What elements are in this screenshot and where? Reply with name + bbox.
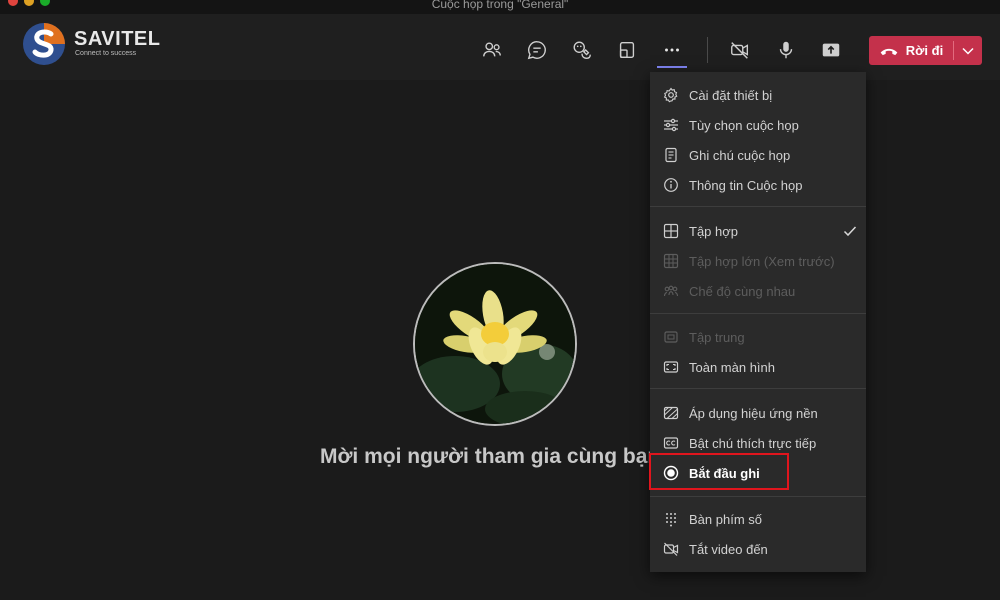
menu-divider xyxy=(650,496,866,497)
menu-item-label: Ghi chú cuộc họp xyxy=(689,148,791,163)
savitel-logo: SAVITEL Connect to success xyxy=(22,22,172,70)
gallery-icon xyxy=(663,223,679,239)
menu-item-label: Bàn phím số xyxy=(689,512,762,527)
menu-item-label: Áp dụng hiệu ứng nền xyxy=(689,406,818,421)
menu-item-label: Tập hợp xyxy=(689,224,738,239)
menu-item-label: Cài đặt thiết bị xyxy=(689,88,773,103)
share-screen-button[interactable] xyxy=(816,36,846,64)
leave-button[interactable]: Rời đi xyxy=(869,36,953,65)
chat-button[interactable] xyxy=(522,36,552,64)
more-options-button[interactable] xyxy=(657,36,687,64)
menu-item-device-settings[interactable]: Cài đặt thiết bị xyxy=(650,80,866,110)
large-gallery-icon xyxy=(663,253,679,269)
invite-message: Mời mọi người tham gia cùng bạn xyxy=(320,445,660,468)
menu-item-dialpad[interactable]: Bàn phím số xyxy=(650,504,866,534)
leave-options-button[interactable] xyxy=(954,36,982,65)
window-title-bar: Cuộc họp trong "General" xyxy=(0,0,1000,14)
menu-item-label: Tập hợp lớn (Xem trước) xyxy=(689,254,835,269)
menu-item-background-effects[interactable]: Áp dụng hiệu ứng nền xyxy=(650,398,866,428)
menu-divider xyxy=(650,313,866,314)
focus-icon xyxy=(663,329,679,345)
camera-toggle-button[interactable] xyxy=(725,36,755,64)
menu-item-fullscreen[interactable]: Toàn màn hình xyxy=(650,352,866,382)
participants-icon xyxy=(483,42,501,57)
menu-item-label: Tùy chọn cuộc họp xyxy=(689,118,799,133)
rooms-icon xyxy=(619,41,635,59)
toolbar-divider xyxy=(707,37,708,63)
menu-item-label: Toàn màn hình xyxy=(689,360,776,375)
menu-divider xyxy=(650,206,866,207)
menu-item-label: Thông tin Cuộc họp xyxy=(689,178,803,193)
info-icon xyxy=(663,177,679,193)
logo-name: SAVITEL xyxy=(74,28,161,50)
hang-up-icon xyxy=(880,48,898,55)
rooms-button[interactable] xyxy=(612,36,642,64)
share-screen-icon xyxy=(822,43,840,57)
fullscreen-icon xyxy=(663,359,679,375)
menu-item-label: Tắt video đến xyxy=(689,542,768,557)
menu-item-label: Tập trung xyxy=(689,330,745,345)
incoming-video-off-icon xyxy=(663,541,679,557)
menu-item-large-gallery: Tập hợp lớn (Xem trước) xyxy=(650,246,866,276)
menu-item-label: Chế độ cùng nhau xyxy=(689,284,796,299)
menu-item-turn-off-incoming-video[interactable]: Tắt video đến xyxy=(650,534,866,564)
sliders-icon xyxy=(663,117,679,133)
logo-tagline: Connect to success xyxy=(75,50,137,57)
more-options-active-indicator xyxy=(657,66,687,68)
microphone-icon xyxy=(779,41,793,59)
chevron-down-icon xyxy=(962,47,974,55)
lotus-flower-image xyxy=(415,264,575,424)
reactions-button[interactable] xyxy=(567,36,597,64)
user-avatar xyxy=(413,262,577,426)
menu-item-meeting-info[interactable]: Thông tin Cuộc họp xyxy=(650,170,866,200)
menu-item-together-mode: Chế độ cùng nhau xyxy=(650,276,866,306)
start-recording-highlight xyxy=(649,453,789,490)
leave-button-label: Rời đi xyxy=(905,43,944,58)
more-options-icon xyxy=(665,48,679,52)
menu-item-label: Bật chú thích trực tiếp xyxy=(689,436,817,451)
leave-button-group: Rời đi xyxy=(869,36,982,65)
menu-item-meeting-options[interactable]: Tùy chọn cuộc họp xyxy=(650,110,866,140)
dialpad-icon xyxy=(663,511,679,527)
more-options-menu: Cài đặt thiết bị Tùy chọn cuộc họp Ghi c… xyxy=(650,72,866,572)
menu-item-meeting-notes[interactable]: Ghi chú cuộc họp xyxy=(650,140,866,170)
participants-button[interactable] xyxy=(477,36,507,64)
menu-item-focus: Tập trung xyxy=(650,322,866,352)
gear-icon xyxy=(663,87,679,103)
savitel-logo-icon xyxy=(23,23,65,65)
menu-divider xyxy=(650,388,866,389)
checkmark-icon xyxy=(842,223,858,239)
background-effects-icon xyxy=(663,405,679,421)
window-title: Cuộc họp trong "General" xyxy=(431,0,569,11)
captions-icon xyxy=(663,435,679,451)
menu-item-gallery[interactable]: Tập hợp xyxy=(650,216,866,246)
microphone-button[interactable] xyxy=(771,36,801,64)
reactions-icon xyxy=(573,41,591,59)
together-mode-icon xyxy=(663,283,679,299)
camera-off-icon xyxy=(731,42,749,59)
chat-icon xyxy=(527,41,546,60)
notes-icon xyxy=(663,147,679,163)
